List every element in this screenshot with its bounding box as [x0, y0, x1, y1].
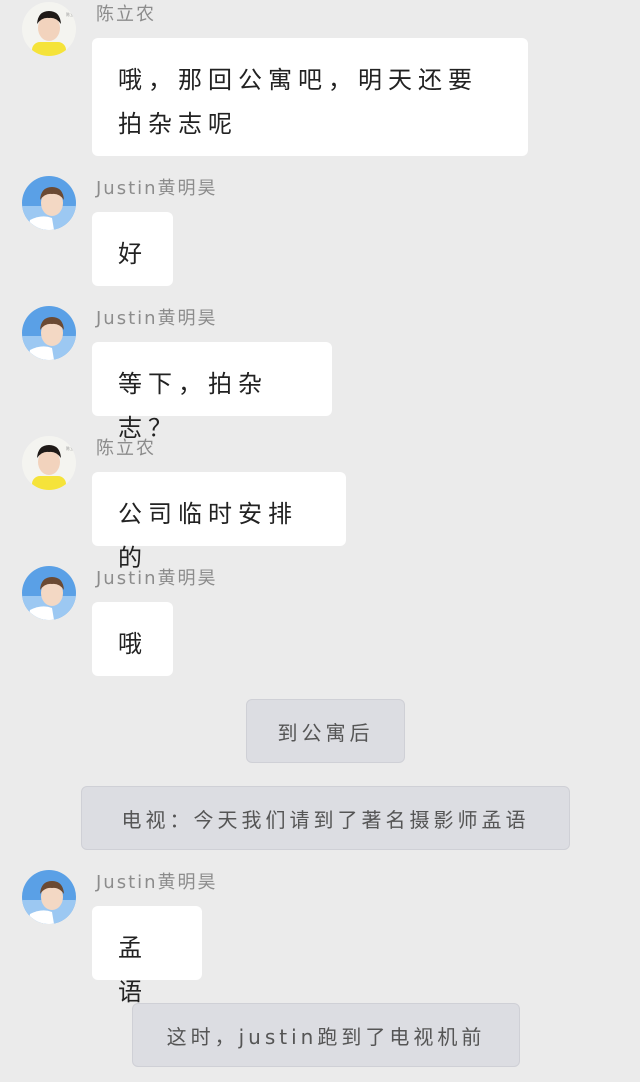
narration-box: 这时，justin跑到了电视机前 — [132, 1003, 520, 1067]
sender-name: 陈立农 — [96, 438, 156, 459]
message-bubble[interactable]: 哦，那回公寓吧，明天还要拍杂志呢 — [92, 38, 528, 156]
chat-view[interactable]: 陈立农 陈立农 哦，那回公寓吧，明天还要拍杂志呢 Justin黄明昊 好 — [0, 0, 640, 1082]
avatar[interactable] — [22, 870, 76, 924]
message-bubble[interactable]: 孟语 — [92, 906, 202, 1006]
avatar[interactable] — [22, 566, 76, 620]
sender-name: Justin黄明昊 — [96, 872, 218, 893]
svg-text:陈立农: 陈立农 — [66, 445, 76, 451]
message-bubble[interactable]: 好 — [92, 212, 173, 286]
sender-name: Justin黄明昊 — [96, 308, 218, 329]
avatar[interactable] — [22, 306, 76, 360]
sender-name: 陈立农 — [96, 4, 156, 25]
message-bubble[interactable]: 等下，拍杂志？ — [92, 342, 332, 442]
sender-name: Justin黄明昊 — [96, 178, 218, 199]
message-bubble[interactable]: 公司临时安排的 — [92, 472, 346, 572]
avatar[interactable] — [22, 176, 76, 230]
sender-name: Justin黄明昊 — [96, 568, 218, 589]
narration-box: 到公寓后 — [246, 699, 405, 763]
message-bubble[interactable]: 哦 — [92, 602, 173, 676]
avatar[interactable]: 陈立农 — [22, 436, 76, 490]
avatar[interactable]: 陈立农 — [22, 2, 76, 56]
svg-text:陈立农: 陈立农 — [66, 11, 76, 17]
narration-box: 电视：今天我们请到了著名摄影师孟语 — [81, 786, 570, 850]
